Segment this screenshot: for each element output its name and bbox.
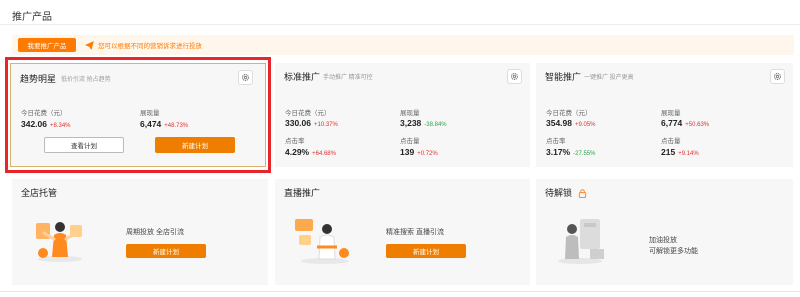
store-illustration-icon (36, 222, 82, 262)
unlock-desc-line2: 可解锁更多功能 (649, 248, 698, 255)
trend-card: 趋势明星 低价引流 抢占趋势 今日花费（元） 342.06 +8.34% 展现量 … (10, 63, 266, 167)
title-divider (0, 24, 800, 25)
metric-value: 3,238 -38.84% (400, 118, 447, 128)
bottom-divider (0, 291, 800, 292)
new-plan-button[interactable]: 新建计划 (155, 137, 235, 153)
metric-label: 点击率 (285, 138, 305, 145)
store-card: 全店托管 周期投放 全店引流 新建计划 (12, 179, 268, 285)
metric-value: 215 +9.14% (661, 147, 699, 157)
unlock-illustration-icon (558, 219, 604, 264)
metric-label: 今日花费（元） (285, 110, 331, 117)
smart-card-subtitle: 一键推广 投产更高 (584, 75, 634, 81)
metric-value: 330.06 +10.37% (285, 118, 338, 128)
metric-label: 今日花费（元） (21, 110, 67, 117)
live-card: 直播推广 精准搜索 直播引流 新建计划 (275, 179, 530, 285)
gear-icon (510, 72, 519, 81)
metric-label: 展现量 (400, 110, 420, 117)
metric-label: 今日花费（元） (546, 110, 592, 117)
smart-card: 智能推广 一键推广 投产更高 今日花费（元） 354.98 +9.05% 展现量 … (536, 63, 793, 167)
metric-label: 点击量 (661, 138, 681, 145)
unlock-card: 待解锁 加油投放 可解锁更多功能 (536, 179, 793, 285)
live-card-title: 直播推广 (284, 188, 321, 198)
promo-tip: 您可以根据不同的营销诉求进行投放 (85, 40, 202, 50)
smart-card-title: 智能推广 (545, 72, 582, 82)
metric-value: 3.17% -27.55% (546, 147, 596, 157)
gear-icon (241, 73, 250, 82)
standard-card-subtitle: 手动推广 精准可控 (323, 75, 373, 81)
metric-label: 点击率 (546, 138, 566, 145)
metric-label: 展现量 (661, 110, 681, 117)
settings-button[interactable] (507, 69, 522, 84)
page-title: 推广产品 (12, 12, 52, 23)
live-desc: 精准搜索 直播引流 (386, 229, 444, 236)
store-card-title: 全店托管 (21, 188, 58, 198)
lock-icon (578, 189, 586, 199)
promo-tip-text: 您可以根据不同的营销诉求进行投放 (98, 43, 202, 50)
metric-label: 点击量 (400, 138, 420, 145)
promo-bar: 我要推广产品 您可以根据不同的营销诉求进行投放 (12, 35, 794, 55)
new-plan-button[interactable]: 新建计划 (386, 244, 466, 258)
metric-value: 4.29% +64.68% (285, 147, 336, 157)
unlock-card-title: 待解锁 (545, 186, 587, 199)
metric-value: 6,774 +50.63% (661, 118, 710, 128)
settings-button[interactable] (770, 69, 785, 84)
new-plan-button[interactable]: 新建计划 (126, 244, 206, 258)
trend-card-title: 趋势明星 (20, 74, 57, 84)
view-plan-button[interactable]: 查看计划 (44, 137, 124, 153)
promote-product-button[interactable]: 我要推广产品 (18, 38, 76, 52)
standard-card: 标准推广 手动推广 精准可控 今日花费（元） 330.06 +10.37% 展现量… (275, 63, 530, 167)
paper-plane-icon (85, 40, 94, 50)
unlock-desc-line1: 加油投放 (649, 237, 677, 244)
live-illustration-icon (295, 219, 349, 264)
standard-card-title: 标准推广 (284, 72, 321, 82)
metric-label: 展现量 (140, 110, 160, 117)
metric-value: 342.06 +8.34% (21, 119, 71, 129)
gear-icon (773, 72, 782, 81)
metric-value: 139 +0.72% (400, 147, 438, 157)
store-desc: 周期投放 全店引流 (126, 229, 184, 236)
metric-value: 354.98 +9.05% (546, 118, 596, 128)
settings-button[interactable] (238, 70, 253, 85)
metric-value: 6,474 +48.73% (140, 119, 189, 129)
trend-card-subtitle: 低价引流 抢占趋势 (61, 77, 111, 83)
